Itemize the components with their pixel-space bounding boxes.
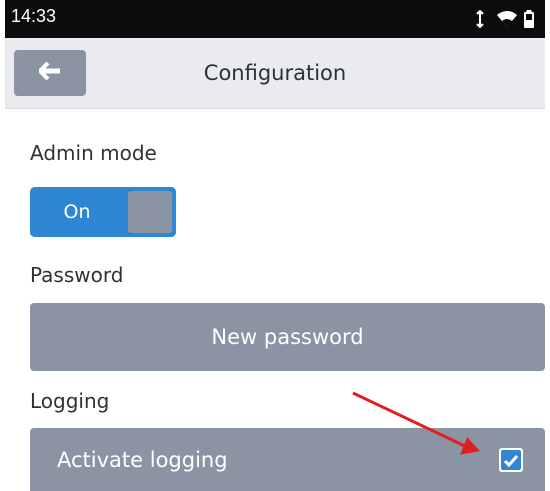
checkbox-fill	[501, 450, 521, 470]
logging-label: Logging	[30, 389, 110, 413]
toggle-on-label: On	[30, 187, 124, 237]
activate-logging-row[interactable]: Activate logging	[30, 428, 545, 491]
activate-logging-checkbox[interactable]	[499, 448, 523, 472]
vibrate-icon	[475, 9, 491, 29]
new-password-button[interactable]: New password	[30, 303, 545, 371]
activate-logging-label: Activate logging	[57, 448, 228, 472]
admin-mode-toggle[interactable]: On	[30, 187, 176, 237]
back-button[interactable]	[14, 50, 86, 96]
status-icons	[475, 9, 535, 29]
admin-mode-label: Admin mode	[30, 141, 157, 165]
battery-icon	[523, 10, 535, 28]
password-label: Password	[30, 263, 124, 287]
app-bar: Configuration	[5, 38, 545, 109]
status-time: 14:33	[11, 6, 57, 26]
status-bar: 14:33	[5, 0, 545, 38]
toggle-knob[interactable]	[128, 191, 172, 233]
arrow-left-icon	[37, 61, 61, 85]
configuration-screen: 14:33 Configuration Admin mode On Passwo…	[5, 0, 545, 491]
wifi-icon	[497, 10, 517, 28]
checkmark-icon	[503, 448, 519, 472]
page-title: Configuration	[203, 61, 347, 85]
toggle-knob-track	[124, 187, 176, 237]
